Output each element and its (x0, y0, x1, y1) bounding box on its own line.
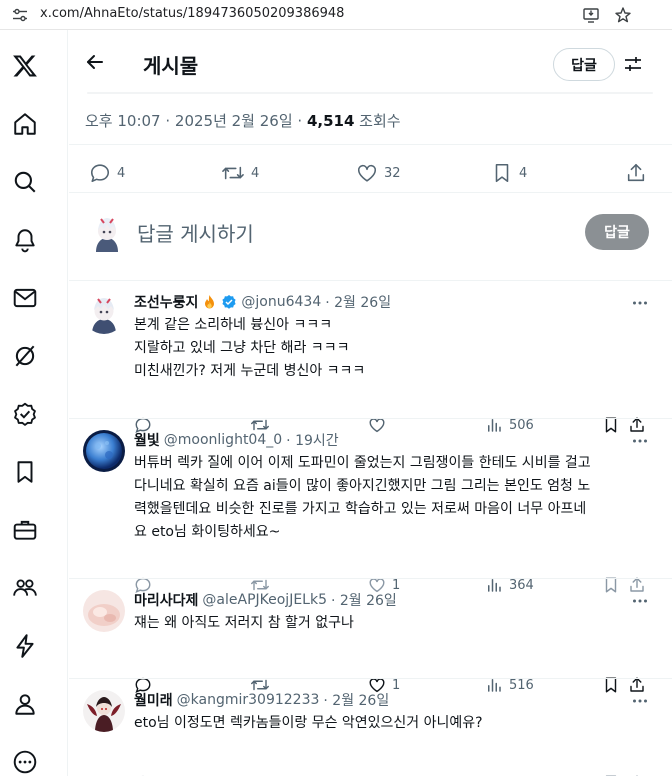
explore-icon[interactable] (11, 168, 39, 196)
post-action-bar: 4 4 32 4 (69, 154, 672, 190)
bookmarks-icon[interactable] (11, 458, 39, 486)
divider (69, 280, 672, 281)
reply-header: 월미래 @kangmir30912233 · 2월 26일 (134, 690, 389, 710)
more-options-icon[interactable] (631, 432, 649, 450)
avatar[interactable] (83, 590, 125, 632)
reply-date[interactable]: · 2월 26일 (323, 690, 389, 710)
reply-icon (89, 162, 111, 184)
like-action[interactable]: 32 (356, 162, 401, 184)
replies-button[interactable]: 답글 (553, 48, 615, 81)
site-settings-icon[interactable] (12, 7, 28, 23)
bookmark-action[interactable]: 4 (491, 162, 527, 184)
communities-icon[interactable] (11, 574, 39, 602)
reply-input[interactable]: 답글 게시하기 (137, 218, 254, 247)
heart-icon (356, 162, 378, 184)
repost-action[interactable]: 4 (221, 162, 259, 184)
reply-item[interactable]: 월빛 @moonlight04_0 · 19시간 버튜버 렉카 질에 이어 이제… (69, 420, 672, 594)
notifications-icon[interactable] (11, 226, 39, 254)
grok-icon[interactable] (11, 342, 39, 370)
x-logo-icon[interactable] (11, 52, 39, 80)
more-options-icon[interactable] (631, 294, 649, 312)
bookmark-icon (491, 162, 513, 184)
more-options-icon[interactable] (631, 592, 649, 610)
filter-icon[interactable] (623, 54, 643, 74)
reply-item[interactable]: 조선누룽지 @jonu6434 · 2월 26일 본계 같은 소리하네 븅신아 … (69, 282, 672, 434)
divider (69, 578, 672, 579)
user-handle[interactable]: @moonlight04_0 (164, 432, 282, 448)
browser-address-bar: x.com/AhnaEto/status/1894736050209386948 (0, 0, 672, 30)
reply-date[interactable]: · 2월 26일 (325, 292, 391, 312)
url-text[interactable]: x.com/AhnaEto/status/1894736050209386948 (40, 6, 344, 21)
page-header: 게시물 답글 (69, 30, 672, 94)
post-metadata: 오후 10:07 · 2025년 2월 26일 · 4,514 조회수 (85, 110, 401, 131)
share-action[interactable] (625, 162, 647, 184)
install-app-icon[interactable] (582, 6, 600, 24)
user-handle[interactable]: @kangmir30912233 (177, 692, 320, 708)
reply-text-line: 쟤는 왜 아직도 저러지 참 할거 없구나 (134, 615, 354, 631)
reply-text-line: 본계 같은 소리하네 븅신아 ㅋㅋㅋ (134, 317, 333, 333)
reply-text: 버튜버 렉카 질에 이어 이제 도파민이 줄었는지 그림쟁이들 한테도 시비를 … (134, 452, 654, 544)
avatar[interactable] (83, 690, 125, 732)
reply-text-line: 버튜버 렉카 질에 이어 이제 도파민이 줄었는지 그림쟁이들 한테도 시비를 … (134, 455, 591, 471)
divider (69, 418, 672, 419)
post-view-label: 조회수 (354, 112, 401, 130)
reply-header: 조선누룽지 @jonu6434 · 2월 26일 (134, 292, 391, 312)
main-column: 게시물 답글 오후 10:07 · 2025년 2월 26일 · 4,514 조… (69, 30, 672, 776)
verified-orgs-icon[interactable] (11, 632, 39, 660)
reply-text-line: 력했을텐데요 비슷한 진로를 가지고 학습하고 있는 저로써 마음이 너무 아프… (134, 501, 587, 517)
reply-text-line: 지랄하고 있네 그냥 차단 해라 ㅋㅋㅋ (134, 340, 350, 356)
bookmark-count: 4 (519, 165, 528, 181)
reply-text: 본계 같은 소리하네 븅신아 ㅋㅋㅋ 지랄하고 있네 그냥 차단 해라 ㅋㅋㅋ … (134, 314, 654, 383)
reply-count: 4 (117, 165, 126, 181)
reply-item[interactable]: 월미래 @kangmir30912233 · 2월 26일 eto님 이정도면 … (69, 680, 672, 776)
reply-text-line: 미친새낀가? 저게 누군데 병신아 ㅋㅋㅋ (134, 363, 366, 379)
verified-badge-icon (221, 294, 237, 310)
more-icon[interactable] (11, 748, 39, 776)
display-name[interactable]: 월빛 (134, 430, 160, 450)
profile-icon[interactable] (11, 690, 39, 718)
post-timestamp[interactable]: 오후 10:07 · 2025년 2월 26일 · (85, 112, 307, 130)
reply-date[interactable]: · 2월 26일 (331, 590, 397, 610)
reply-header: 마리사다제 @aleAPJKeojJELk5 · 2월 26일 (134, 590, 397, 610)
page-title: 게시물 (143, 54, 199, 78)
post-view-count: 4,514 (306, 112, 355, 130)
fire-emoji-icon (202, 294, 217, 310)
repost-count: 4 (251, 165, 260, 181)
divider (69, 678, 672, 679)
display-name[interactable]: 조선누룽지 (134, 292, 198, 312)
reply-text: eto님 이정도면 렉카놈들이랑 무슨 악연있으신거 아니예유? (134, 712, 654, 735)
more-options-icon[interactable] (631, 692, 649, 710)
reply-header: 월빛 @moonlight04_0 · 19시간 (134, 430, 339, 450)
divider (69, 144, 672, 145)
display-name[interactable]: 월미래 (134, 690, 173, 710)
avatar[interactable] (83, 292, 125, 334)
user-handle[interactable]: @jonu6434 (241, 294, 321, 310)
post-reply-button[interactable]: 답글 (585, 214, 649, 250)
divider (69, 192, 672, 193)
like-count: 32 (384, 165, 401, 181)
left-navigation (0, 30, 68, 776)
jobs-icon[interactable] (11, 516, 39, 544)
header-divider (87, 92, 653, 94)
repost-icon (221, 162, 245, 184)
premium-icon[interactable] (11, 400, 39, 428)
home-icon[interactable] (11, 110, 39, 138)
avatar[interactable] (83, 430, 125, 472)
avatar[interactable] (87, 212, 127, 252)
reply-composer: 답글 게시하기 답글 (69, 200, 672, 280)
reply-action[interactable]: 4 (89, 162, 125, 184)
messages-icon[interactable] (11, 284, 39, 312)
reply-text-line: 요 eto님 화이팅하세요~ (134, 524, 281, 540)
reply-item[interactable]: 마리사다제 @aleAPJKeojJELk5 · 2월 26일 쟤는 왜 아직도… (69, 580, 672, 694)
back-arrow-icon[interactable] (85, 52, 105, 72)
display-name[interactable]: 마리사다제 (134, 590, 198, 610)
reply-text-line: eto님 이정도면 렉카놈들이랑 무슨 악연있으신거 아니예유? (134, 715, 483, 731)
reply-text: 쟤는 왜 아직도 저러지 참 할거 없구나 (134, 612, 654, 635)
reply-date[interactable]: · 19시간 (286, 430, 338, 450)
user-handle[interactable]: @aleAPJKeojJELk5 (202, 592, 327, 608)
share-icon (625, 162, 647, 184)
reply-text-line: 다니네요 확실히 요즘 ai들이 많이 좋아지긴했지만 그림 그리는 본인도 엄… (134, 478, 591, 494)
bookmark-star-icon[interactable] (614, 6, 632, 24)
